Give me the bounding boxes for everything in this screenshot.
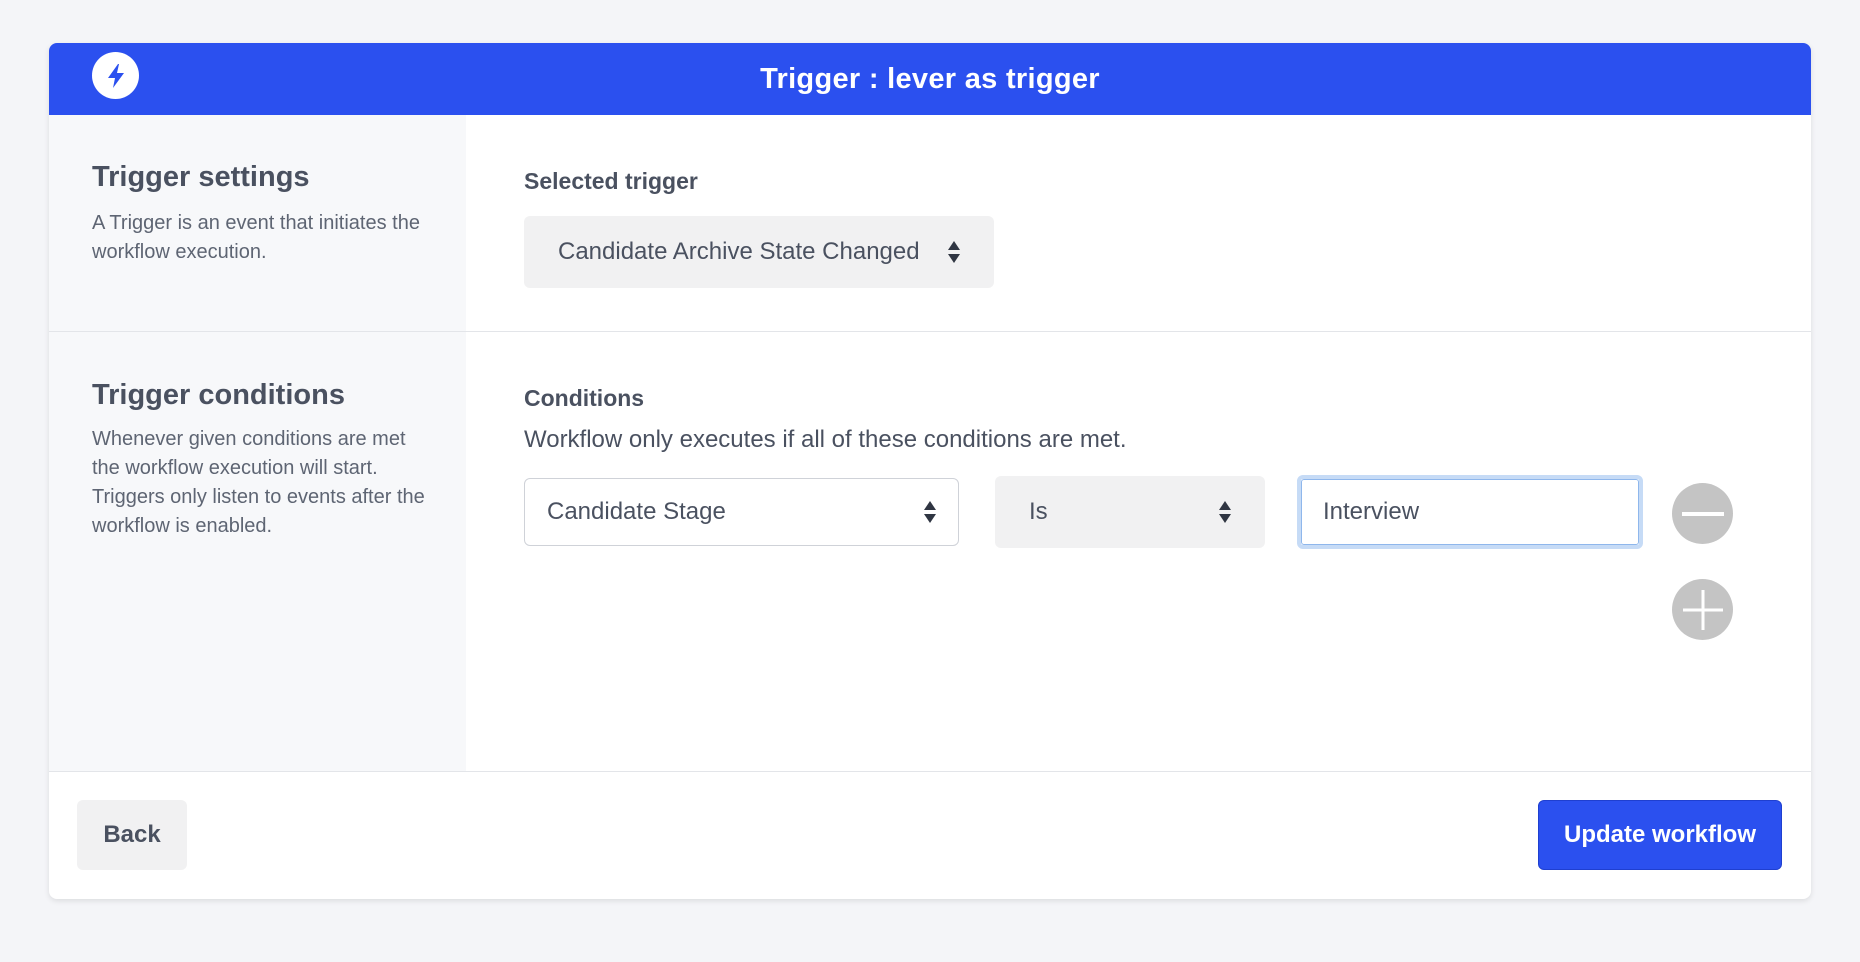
condition-operator-select[interactable]: Is [995,476,1265,548]
condition-operator-value: Is [1029,498,1048,525]
back-button[interactable]: Back [77,800,187,870]
update-workflow-button[interactable]: Update workflow [1538,800,1782,870]
plus-icon [1682,589,1723,630]
workflow-trigger-card: Trigger : lever as trigger Trigger setti… [49,43,1811,899]
select-arrows-icon [948,241,960,263]
remove-condition-button[interactable] [1672,483,1733,544]
selected-trigger-value: Candidate Archive State Changed [558,238,920,265]
selected-trigger-select[interactable]: Candidate Archive State Changed [524,216,994,288]
select-arrows-icon [924,501,936,523]
add-condition-button[interactable] [1672,579,1733,640]
section-divider [49,331,1811,332]
conditions-label: Conditions [524,385,645,411]
selected-trigger-label: Selected trigger [524,168,698,194]
conditions-help-text: Workflow only executes if all of these c… [524,426,1127,453]
bolt-icon [92,52,139,99]
trigger-conditions-title: Trigger conditions [92,379,345,411]
trigger-settings-description: A Trigger is an event that initiates the… [92,212,420,263]
condition-field-select[interactable]: Candidate Stage [524,478,959,546]
condition-value-text: Interview [1323,498,1420,525]
condition-field-value: Candidate Stage [547,498,726,525]
page-title: Trigger : lever as trigger [760,63,1100,95]
footer-divider [49,771,1811,772]
card-header: Trigger : lever as trigger [49,43,1811,115]
minus-icon [1681,511,1724,516]
trigger-settings-title: Trigger settings [92,161,310,193]
select-arrows-icon [1219,501,1231,523]
condition-value-input[interactable]: Interview [1297,475,1643,549]
trigger-conditions-description: Whenever given conditions are met the wo… [92,428,425,537]
